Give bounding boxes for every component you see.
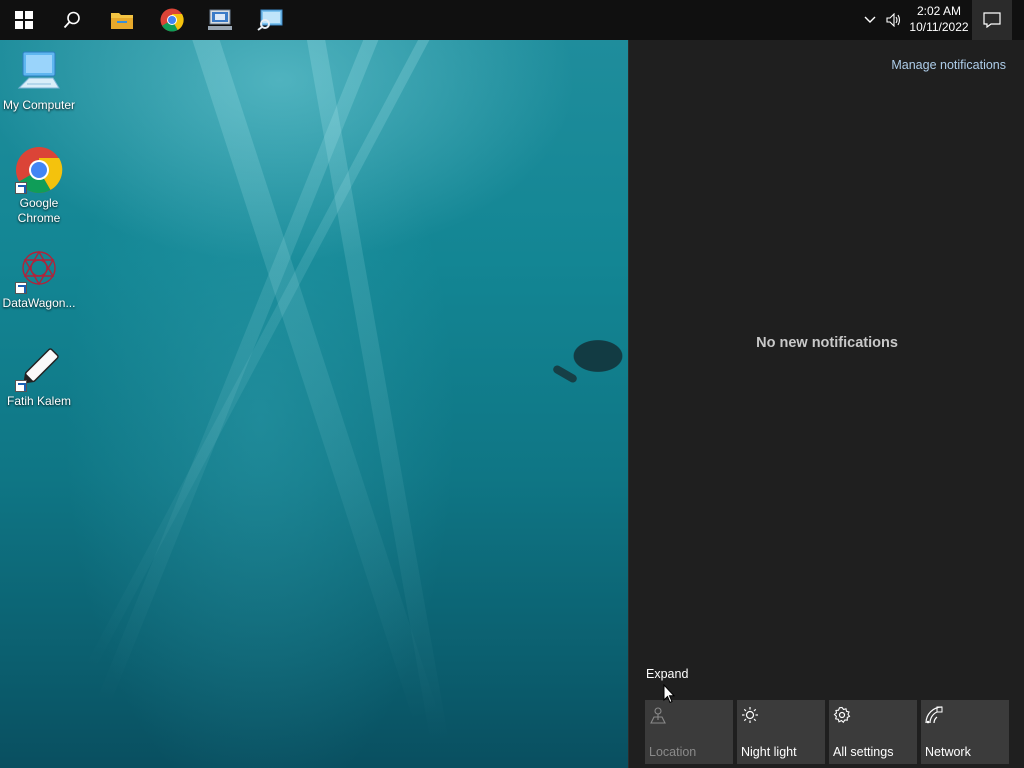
desktop-icon-datawagon[interactable]: DataWagon... — [0, 246, 78, 311]
desktop-icon-label: Google Chrome — [17, 196, 61, 225]
file-explorer-icon — [111, 13, 133, 29]
quick-action-all-settings[interactable]: All settings — [829, 700, 917, 764]
light-ray — [180, 40, 441, 727]
clock[interactable]: 2:02 AM 10/11/2022 — [908, 3, 970, 35]
quick-action-night-light[interactable]: Night light — [737, 700, 825, 764]
clock-date: 10/11/2022 — [909, 20, 969, 34]
desktop-icon-fatih-kalem[interactable]: Fatih Kalem — [0, 344, 78, 409]
swimmer-image — [548, 322, 628, 394]
mouse-cursor-icon — [663, 684, 675, 704]
action-center-button[interactable] — [972, 0, 1012, 40]
desktop-icon-google-chrome[interactable]: Google Chrome — [0, 146, 78, 226]
network-monitor-icon — [257, 9, 283, 31]
chevron-up-icon — [864, 16, 876, 23]
desktop-icon-label: DataWagon... — [2, 296, 76, 310]
desktop-icon-label: My Computer — [2, 98, 76, 112]
volume-button[interactable] — [882, 0, 906, 40]
desktop-icon-label: Fatih Kalem — [6, 394, 72, 408]
quick-action-label: Night light — [741, 745, 797, 759]
quick-action-location[interactable]: Location — [645, 700, 733, 764]
chrome-icon — [160, 8, 184, 32]
start-button[interactable] — [0, 0, 48, 40]
desktop-icon-my-computer[interactable]: My Computer — [0, 48, 78, 113]
expand-quick-actions-link[interactable]: Expand — [646, 667, 688, 681]
datawagon-icon — [15, 246, 63, 294]
taskbar-network-monitor[interactable] — [246, 0, 294, 40]
windows-start-icon — [15, 11, 33, 29]
manage-notifications-link[interactable]: Manage notifications — [891, 58, 1006, 72]
show-hidden-icons-button[interactable] — [858, 0, 882, 40]
taskbar-chrome[interactable] — [148, 0, 196, 40]
quick-action-label: All settings — [833, 745, 894, 759]
network-icon — [925, 706, 943, 724]
notification-icon — [983, 12, 1001, 28]
clock-time: 2:02 AM — [916, 4, 962, 18]
remote-desktop-icon — [208, 9, 232, 30]
shortcut-arrow-icon — [15, 182, 27, 194]
shortcut-arrow-icon — [15, 282, 27, 294]
taskbar-remote-desktop[interactable] — [196, 0, 244, 40]
chrome-icon — [15, 146, 63, 194]
desktop-wallpaper: My Computer Google Chrome DataWagon... F… — [0, 40, 628, 768]
action-center-panel: Manage notifications No new notification… — [628, 40, 1024, 768]
shortcut-arrow-icon — [15, 380, 27, 392]
computer-icon — [15, 48, 63, 96]
taskbar-file-explorer[interactable] — [98, 0, 146, 40]
quick-action-label: Location — [649, 745, 697, 759]
empty-notifications-message: No new notifications — [756, 335, 898, 351]
fatih-kalem-icon — [15, 344, 63, 392]
gear-icon — [833, 706, 851, 724]
taskbar: 2:02 AM 10/11/2022 — [0, 0, 1024, 40]
volume-icon — [886, 13, 901, 27]
search-button[interactable] — [48, 0, 96, 40]
night-light-icon — [742, 707, 758, 723]
quick-action-label: Network — [925, 745, 971, 759]
location-icon — [650, 707, 666, 724]
search-icon — [63, 11, 80, 29]
quick-action-network[interactable]: Network — [921, 700, 1009, 764]
